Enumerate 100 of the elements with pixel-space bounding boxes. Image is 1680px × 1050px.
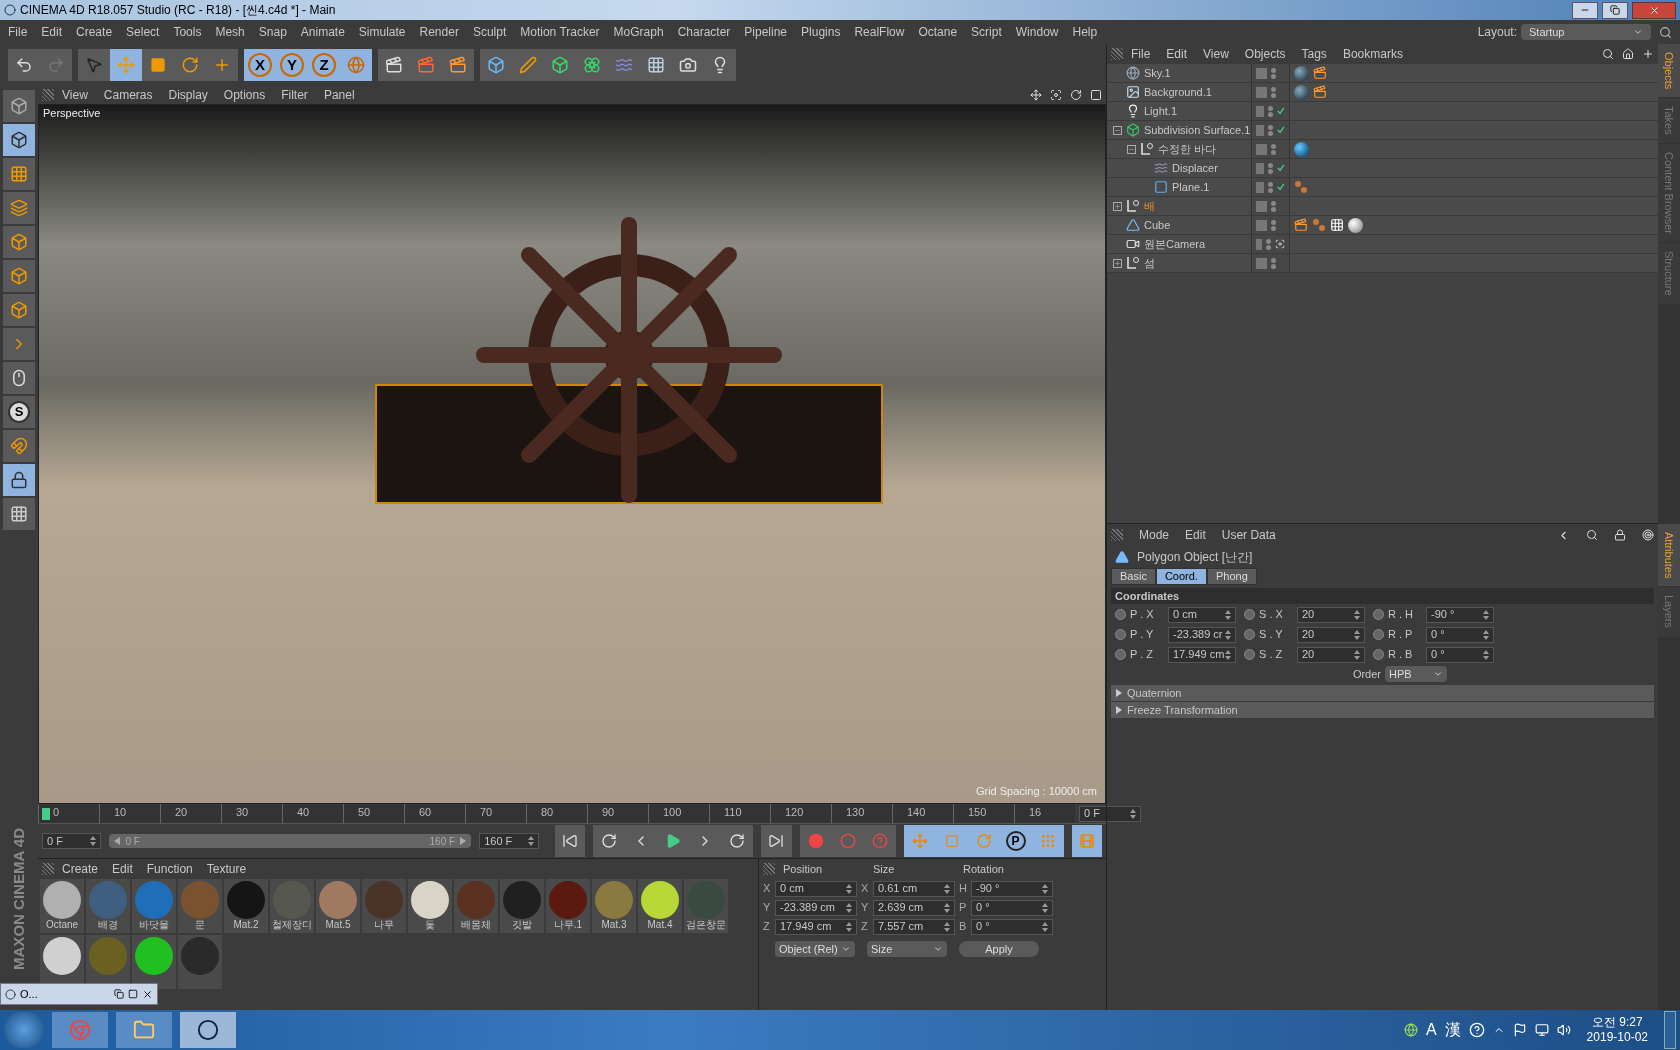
menu-item[interactable]: Cameras — [103, 86, 153, 104]
parameter-key-button[interactable]: P — [999, 825, 1032, 857]
menu-item[interactable]: Window — [1015, 23, 1059, 41]
menu-item[interactable]: Create — [76, 23, 113, 41]
menu-item[interactable]: Filter — [281, 86, 308, 104]
object-name[interactable]: Background.1 — [1144, 83, 1212, 101]
menu-item[interactable]: Mesh — [215, 23, 245, 41]
object-name[interactable]: Light.1 — [1144, 102, 1178, 120]
menu-item[interactable]: Simulate — [358, 23, 406, 41]
end-frame-field[interactable]: 160 F — [479, 833, 539, 849]
coordinate-mode-dropdown[interactable]: Object (Rel) — [775, 941, 855, 957]
axis-lock-button[interactable]: Z — [308, 49, 340, 81]
timeline-ruler[interactable]: 0 10 20 30 40 50 60 70 80 90 100 110 120 130 140 150 16 — [38, 804, 1075, 823]
clock[interactable]: 오전 9:27 2019-10-02 — [1578, 1015, 1656, 1045]
object-name[interactable]: 원본Camera — [1144, 235, 1206, 253]
menu-item[interactable]: Edit — [1166, 45, 1188, 63]
value-field[interactable]: 0 ° — [1426, 626, 1494, 643]
rotation-field[interactable]: -90 ° — [971, 880, 1053, 897]
value-field[interactable]: 20 — [1297, 646, 1365, 663]
menu-item[interactable]: RealFlow — [854, 23, 905, 41]
axis-lock-button[interactable]: X — [244, 49, 276, 81]
menu-item[interactable]: Bookmarks — [1342, 45, 1403, 63]
position-field[interactable]: 17.949 cm — [775, 918, 857, 935]
value-field[interactable]: 0 ° — [1426, 646, 1494, 663]
menu-item[interactable]: File — [1131, 45, 1151, 63]
menu-item[interactable]: Help — [1072, 23, 1098, 41]
rotation-field[interactable]: 0 ° — [971, 918, 1053, 935]
menu-item[interactable]: Options — [223, 86, 266, 104]
menu-item[interactable]: Mode — [1139, 526, 1170, 544]
menu-item[interactable]: Motion Tracker — [520, 23, 600, 41]
menu-item[interactable]: MoGraph — [613, 23, 664, 41]
object-name[interactable]: 섬 — [1144, 254, 1155, 272]
rotation-field[interactable]: 0 ° — [971, 899, 1053, 916]
column-header: Position — [783, 861, 824, 877]
material-name: Mat.5 — [325, 919, 351, 931]
menu-item[interactable]: Panel — [323, 86, 355, 104]
object-name[interactable]: Displacer — [1172, 159, 1218, 177]
attribute-tab[interactable]: Phong — [1206, 568, 1257, 585]
size-field[interactable]: 7.557 cm — [873, 918, 955, 935]
value-field[interactable]: 20 — [1297, 606, 1365, 623]
menu-item[interactable]: Function — [146, 860, 193, 878]
menu-item[interactable]: Edit — [112, 860, 133, 878]
menu-item[interactable]: Edit — [1185, 526, 1206, 544]
layout-dropdown[interactable]: Startup — [1521, 24, 1651, 40]
side-tab[interactable]: Objects — [1658, 44, 1680, 99]
menu-item[interactable]: Display — [168, 86, 208, 104]
size-mode-dropdown[interactable]: Size — [867, 941, 947, 957]
attribute-tab[interactable]: Basic — [1111, 568, 1156, 585]
object-name[interactable]: 수정한 바다 — [1158, 140, 1217, 158]
start-frame-field[interactable]: 0 F — [42, 833, 102, 849]
menu-item[interactable]: Plugins — [801, 23, 841, 41]
collapsible-group[interactable]: Quaternion — [1111, 685, 1654, 701]
object-name[interactable]: Plane.1 — [1172, 178, 1210, 196]
menu-item[interactable]: Select — [126, 23, 160, 41]
menu-item[interactable]: Pipeline — [744, 23, 788, 41]
value-field[interactable]: 0 cm — [1168, 606, 1236, 623]
input-method-indicator[interactable]: A — [1425, 1018, 1437, 1042]
apply-button[interactable]: Apply — [959, 941, 1039, 957]
menu-item[interactable]: Texture — [206, 860, 247, 878]
collapsible-group[interactable]: Freeze Transformation — [1111, 702, 1654, 718]
viewport-render[interactable]: Perspective Grid Spacing : 10000 cm — [38, 104, 1106, 804]
axis-lock-button[interactable]: Y — [276, 49, 308, 81]
object-name[interactable]: 배 — [1144, 197, 1155, 215]
minimized-window[interactable]: O... — [0, 983, 158, 1005]
value-field[interactable]: 20 — [1297, 626, 1365, 643]
input-method-indicator[interactable]: 漢 — [1444, 1018, 1461, 1042]
menu-item[interactable]: Snap — [258, 23, 287, 41]
side-tab[interactable]: Attributes — [1658, 524, 1680, 588]
menu-item[interactable]: User Data — [1221, 526, 1276, 544]
menu-item[interactable]: Objects — [1244, 45, 1286, 63]
attribute-tab[interactable]: Coord. — [1155, 568, 1207, 585]
snap-button[interactable]: S — [3, 396, 35, 428]
menu-item[interactable]: Render — [419, 23, 459, 41]
value-field[interactable]: -23.389 cr — [1168, 626, 1236, 643]
size-field[interactable]: 2.639 cm — [873, 899, 955, 916]
order-dropdown[interactable]: HPB — [1385, 666, 1447, 682]
current-frame-field[interactable]: 0 F — [1079, 805, 1141, 822]
size-field[interactable]: 0.61 cm — [873, 880, 955, 897]
object-name[interactable]: Cube — [1144, 216, 1171, 234]
menu-item[interactable]: Animate — [300, 23, 345, 41]
position-field[interactable]: -23.389 cm — [775, 899, 857, 916]
menu-item[interactable]: Tools — [173, 23, 202, 41]
menu-item[interactable]: Sculpt — [472, 23, 507, 41]
value-field[interactable]: 17.949 cm — [1168, 646, 1236, 663]
grid-spacing-label: Grid Spacing : 10000 cm — [975, 783, 1097, 799]
menu-item[interactable]: View — [1203, 45, 1229, 63]
menu-item[interactable]: Tags — [1301, 45, 1327, 63]
section-header: Coordinates — [1111, 588, 1654, 604]
object-name[interactable]: Sky.1 — [1144, 64, 1171, 82]
menu-item[interactable]: File — [8, 23, 28, 41]
object-name[interactable]: Subdivision Surface.1 — [1144, 121, 1251, 139]
menu-item[interactable]: Create — [62, 860, 99, 878]
menu-item[interactable]: Script — [971, 23, 1002, 41]
menu-item[interactable]: Octane — [918, 23, 958, 41]
menu-item[interactable]: View — [62, 86, 88, 104]
value-field[interactable]: -90 ° — [1426, 606, 1494, 623]
position-field[interactable]: 0 cm — [775, 880, 857, 897]
menu-item[interactable]: Character — [677, 23, 731, 41]
menu-item[interactable]: Edit — [41, 23, 63, 41]
material-name: 나무 — [374, 919, 394, 931]
